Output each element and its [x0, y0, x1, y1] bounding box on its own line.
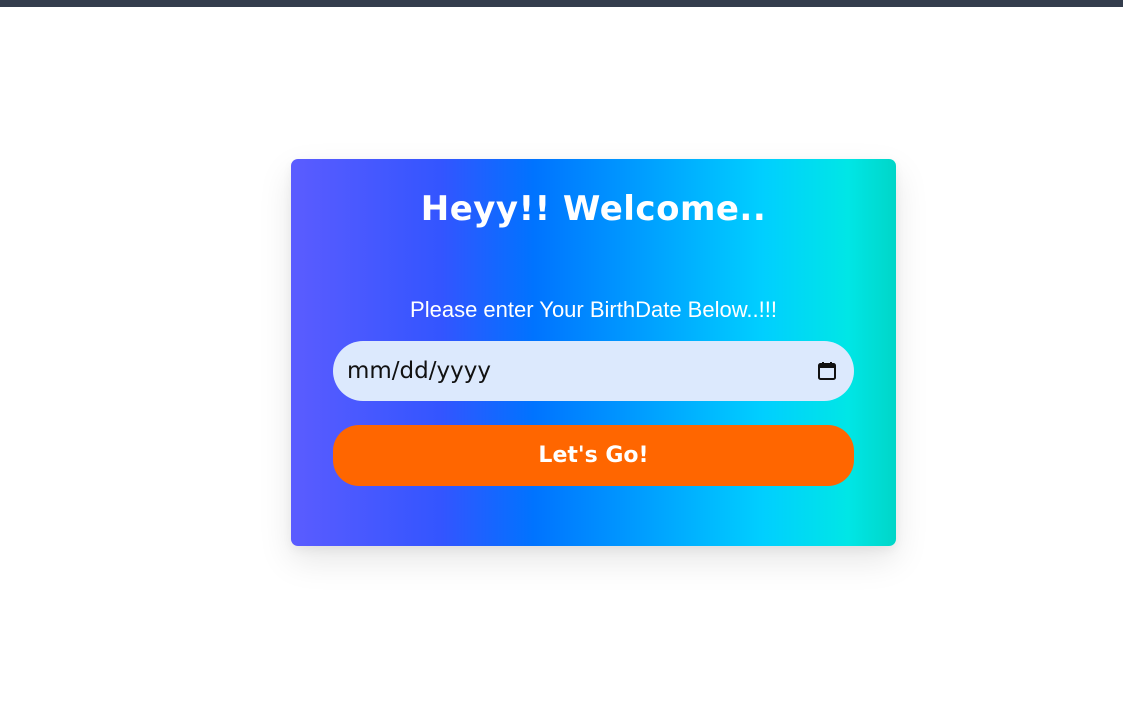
- calendar-icon[interactable]: [817, 361, 837, 381]
- birthdate-prompt: Please enter Your BirthDate Below..!!!: [410, 297, 777, 322]
- welcome-card: Heyy!! Welcome.. Please enter Your Birth…: [291, 159, 896, 546]
- top-bar: [0, 0, 1123, 7]
- page-title: Heyy!! Welcome..: [420, 189, 767, 229]
- lets-go-button[interactable]: Let's Go!: [333, 425, 854, 486]
- birthdate-input[interactable]: [347, 341, 787, 401]
- birthdate-field[interactable]: [333, 341, 854, 401]
